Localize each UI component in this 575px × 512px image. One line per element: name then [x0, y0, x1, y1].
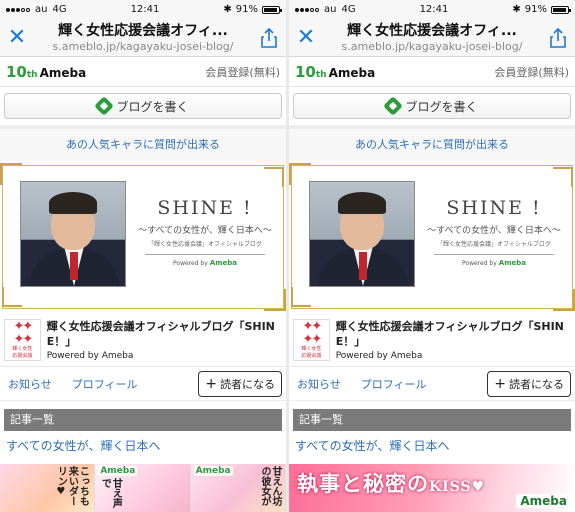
screen-left: au 4G 12:41 ✱ 91% ✕ 輝く女性応援会議オフィ... s.ame… — [0, 0, 286, 512]
battery-percent: 91% — [235, 4, 258, 15]
news-link[interactable]: お知らせ — [297, 376, 341, 392]
page-url: s.ameblo.jp/kagayaku-josei-blog/ — [341, 39, 523, 53]
carrier: au — [35, 4, 48, 15]
status-bar: au 4G 12:41 ✱ 91% — [0, 0, 286, 19]
pen-icon — [383, 96, 404, 116]
signal-icon — [6, 7, 30, 12]
promo-link[interactable]: あの人気キャラに質問が出来る — [0, 129, 286, 161]
banner-text: SHINE ! 〜すべての女性が、輝く日本へ〜 「輝く女性応援会議」オフィシャル… — [135, 197, 275, 267]
ameba-logo[interactable]: 10 th Ameba — [6, 63, 86, 81]
write-blog-button[interactable]: ブログを書く — [4, 93, 282, 119]
page-title: 輝く女性応援会議オフィ... — [347, 22, 517, 39]
write-blog-button[interactable]: ブログを書く — [293, 93, 571, 119]
battery-icon — [550, 5, 571, 14]
register-link[interactable]: 会員登録(無料) — [205, 64, 280, 80]
powered-by: Powered by Ameba — [46, 351, 134, 361]
blog-info: ✦✦ ✦✦ 輝く女性 応援会議 輝く女性応援会議オフィシャルブログ「SHINE！」… — [289, 313, 575, 367]
ad-brand: Ameba — [516, 494, 571, 508]
article-headline[interactable]: すべての女性が、輝く日本へ — [289, 431, 575, 455]
ad-tile[interactable]: Ameba 甘えん坊の彼女が — [190, 464, 286, 512]
blog-links: お知らせ プロフィール + 読者になる — [289, 367, 575, 401]
ad-banner[interactable]: こっちも来いダーリン♥ Ameba 甘え声で Ameba 甘えん坊の彼女が — [0, 464, 286, 512]
plus-icon: + — [494, 375, 506, 392]
page-title: 輝く女性応援会議オフィ... — [58, 22, 228, 39]
ameba-logo[interactable]: 10 th Ameba — [295, 63, 375, 81]
blog-banner[interactable]: SHINE ! 〜すべての女性が、輝く日本へ〜 「輝く女性応援会議」オフィシャル… — [289, 161, 575, 313]
powered-by: Powered by Ameba — [335, 351, 423, 361]
bluetooth-icon: ✱ — [223, 4, 232, 15]
portrait-photo — [20, 181, 126, 287]
ameba-header: 10 th Ameba 会員登録(無料) — [289, 57, 575, 87]
ad-tile[interactable]: Ameba 甘え声で — [95, 464, 191, 512]
banner-powered: Powered by Ameba — [462, 259, 526, 267]
blog-title[interactable]: 輝く女性応援会議オフィシャルブログ「SHINE！」 — [47, 319, 282, 349]
clock: 12:41 — [419, 4, 449, 15]
share-icon[interactable] — [541, 27, 575, 48]
screen-right: au 4G 12:41 ✱ 91% ✕ 輝く女性応援会議オフィ... s.ame… — [289, 0, 575, 512]
ameba-header: 10 th Ameba 会員登録(無料) — [0, 57, 286, 87]
portrait-photo — [309, 181, 415, 287]
pen-icon — [94, 96, 115, 116]
banner-powered: Powered by Ameba — [173, 259, 237, 267]
banner-title: SHINE ! — [446, 197, 542, 219]
status-bar: au 4G 12:41 ✱ 91% — [289, 0, 575, 19]
sparkle-icon: ✦✦ ✦✦ — [13, 319, 33, 347]
close-icon[interactable]: ✕ — [289, 19, 323, 57]
blog-icon: ✦✦ ✦✦ 輝く女性 応援会議 — [4, 319, 41, 361]
sparkle-icon: ✦✦ ✦✦ — [302, 319, 322, 347]
blog-title[interactable]: 輝く女性応援会議オフィシャルブログ「SHINE！」 — [336, 319, 571, 349]
profile-link[interactable]: プロフィール — [72, 376, 138, 392]
blog-banner[interactable]: SHINE ! 〜すべての女性が、輝く日本へ〜 「輝く女性応援会議」オフィシャル… — [0, 161, 286, 313]
banner-title: SHINE ! — [157, 197, 253, 219]
share-icon[interactable] — [252, 27, 286, 48]
battery-icon — [261, 5, 282, 14]
banner-subtitle: 〜すべての女性が、輝く日本へ〜 — [427, 226, 561, 236]
ad-tile[interactable]: こっちも来いダーリン♥ — [0, 464, 96, 512]
banner-small: 「輝く女性応援会議」オフィシャルブログ — [148, 241, 262, 248]
signal-icon — [295, 7, 319, 12]
article-headline[interactable]: すべての女性が、輝く日本へ — [0, 431, 286, 455]
page-url: s.ameblo.jp/kagayaku-josei-blog/ — [52, 39, 234, 53]
promo-link[interactable]: あの人気キャラに質問が出来る — [289, 129, 575, 161]
browser-nav: ✕ 輝く女性応援会議オフィ... s.ameblo.jp/kagayaku-jo… — [0, 19, 286, 57]
battery-percent: 91% — [524, 4, 547, 15]
banner-small: 「輝く女性応援会議」オフィシャルブログ — [437, 241, 551, 248]
blog-links: お知らせ プロフィール + 読者になる — [0, 367, 286, 401]
close-icon[interactable]: ✕ — [0, 19, 34, 57]
articles-header: 記事一覧 — [4, 409, 282, 431]
plus-icon: + — [205, 375, 217, 392]
network: 4G — [52, 4, 67, 15]
clock: 12:41 — [130, 4, 160, 15]
browser-nav: ✕ 輝く女性応援会議オフィ... s.ameblo.jp/kagayaku-jo… — [289, 19, 575, 57]
news-link[interactable]: お知らせ — [8, 376, 52, 392]
banner-subtitle: 〜すべての女性が、輝く日本へ〜 — [138, 226, 272, 236]
profile-link[interactable]: プロフィール — [361, 376, 427, 392]
bluetooth-icon: ✱ — [512, 4, 521, 15]
follow-button[interactable]: + 読者になる — [198, 370, 282, 397]
ad-copy: 執事と秘密のKISS♥ — [297, 471, 486, 496]
articles-header: 記事一覧 — [293, 409, 571, 431]
banner-text: SHINE ! 〜すべての女性が、輝く日本へ〜 「輝く女性応援会議」オフィシャル… — [424, 197, 564, 267]
blog-icon: ✦✦ ✦✦ 輝く女性 応援会議 — [293, 319, 330, 361]
blog-info: ✦✦ ✦✦ 輝く女性 応援会議 輝く女性応援会議オフィシャルブログ「SHINE！」… — [0, 313, 286, 367]
follow-button[interactable]: + 読者になる — [487, 370, 571, 397]
register-link[interactable]: 会員登録(無料) — [494, 64, 569, 80]
carrier: au — [324, 4, 337, 15]
ad-banner[interactable]: 執事と秘密のKISS♥ Ameba — [289, 464, 575, 512]
network: 4G — [341, 4, 356, 15]
